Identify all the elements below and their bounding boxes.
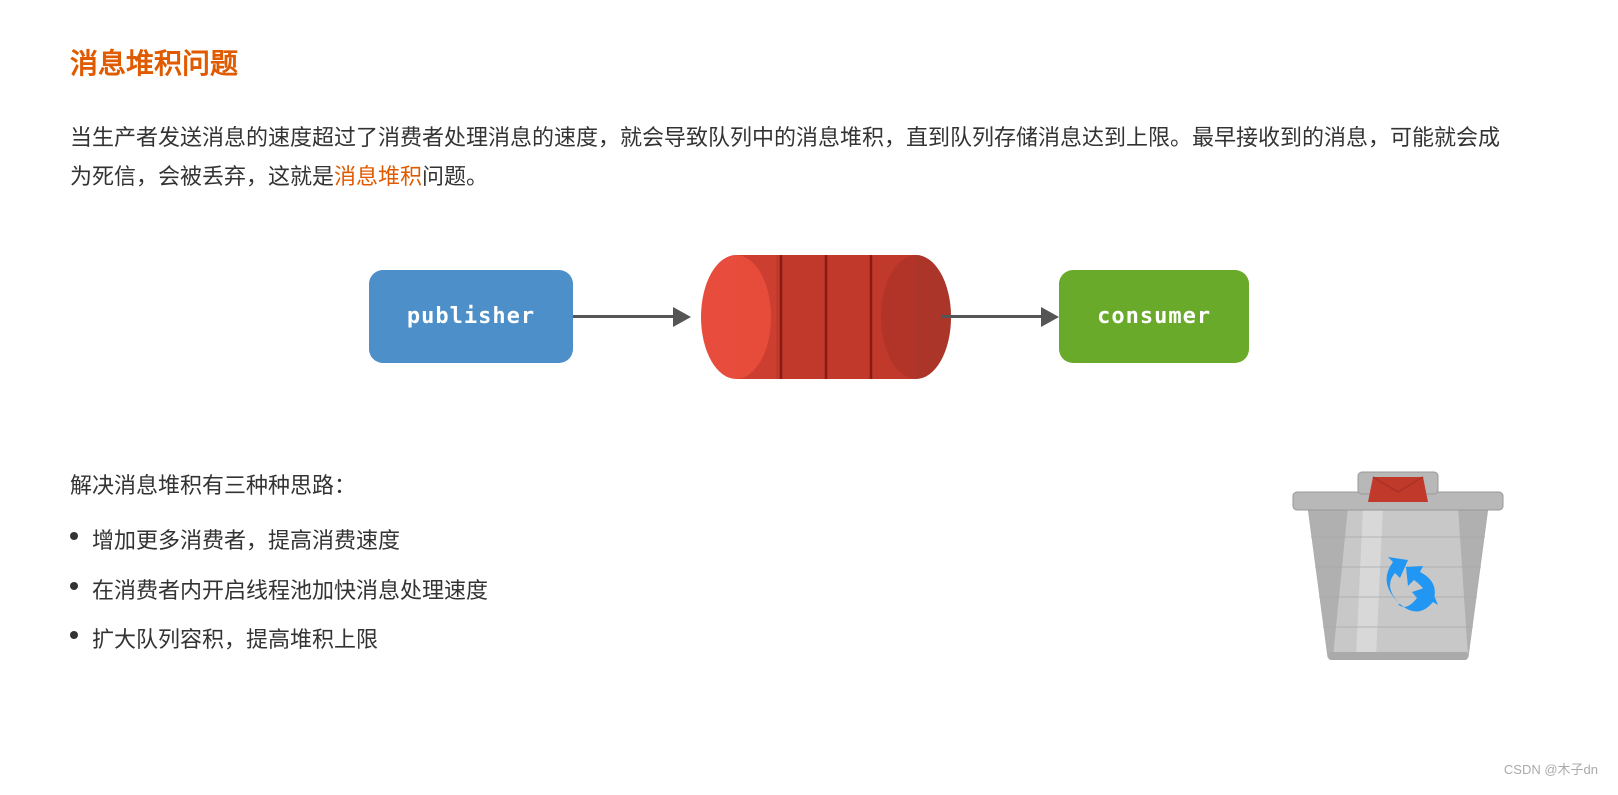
message-queue-cylinder [691, 252, 941, 382]
solutions-section: 解决消息堆积有三种种思路： 增加更多消费者，提高消费速度 在消费者内开启线程池加… [70, 467, 1268, 659]
bullet-dot-2 [70, 582, 78, 590]
solution-item-1: 增加更多消费者，提高消费速度 [70, 522, 1268, 559]
page-title: 消息堆积问题 [70, 40, 1548, 88]
bottom-section: 解决消息堆积有三种种思路： 增加更多消费者，提高消费速度 在消费者内开启线程池加… [70, 447, 1548, 688]
bullet-dot-3 [70, 631, 78, 639]
left-arrow-line [573, 315, 673, 318]
trash-svg [1268, 417, 1528, 677]
solution-text-1: 增加更多消费者，提高消费速度 [92, 522, 400, 559]
left-arrow [573, 307, 691, 327]
trash-illustration [1268, 417, 1548, 688]
highlight-text: 消息堆积 [334, 164, 422, 189]
solution-item-2: 在消费者内开启线程池加快消息处理速度 [70, 572, 1268, 609]
right-arrow [941, 307, 1059, 327]
watermark: CSDN @木子dn [1504, 759, 1598, 781]
description-text-after: 问题。 [422, 164, 488, 189]
right-arrowhead [1041, 307, 1059, 327]
left-content: 解决消息堆积有三种种思路： 增加更多消费者，提高消费速度 在消费者内开启线程池加… [70, 447, 1268, 671]
solutions-list: 增加更多消费者，提高消费速度 在消费者内开启线程池加快消息处理速度 扩大队列容积… [70, 522, 1268, 658]
publisher-box: publisher [369, 270, 573, 363]
solution-item-3: 扩大队列容积，提高堆积上限 [70, 621, 1268, 658]
solutions-title: 解决消息堆积有三种种思路： [70, 467, 1268, 504]
right-arrow-line [941, 315, 1041, 318]
description-text-before: 当生产者发送消息的速度超过了消费者处理消息的速度，就会导致队列中的消息堆积，直到… [70, 125, 1500, 190]
bullet-dot-1 [70, 532, 78, 540]
solution-text-2: 在消费者内开启线程池加快消息处理速度 [92, 572, 488, 609]
description-paragraph: 当生产者发送消息的速度超过了消费者处理消息的速度，就会导致队列中的消息堆积，直到… [70, 118, 1510, 197]
message-flow-diagram: publisher consumer [70, 237, 1548, 397]
consumer-box: consumer [1059, 270, 1249, 363]
solution-text-3: 扩大队列容积，提高堆积上限 [92, 621, 378, 658]
cylinder-svg [676, 252, 956, 382]
